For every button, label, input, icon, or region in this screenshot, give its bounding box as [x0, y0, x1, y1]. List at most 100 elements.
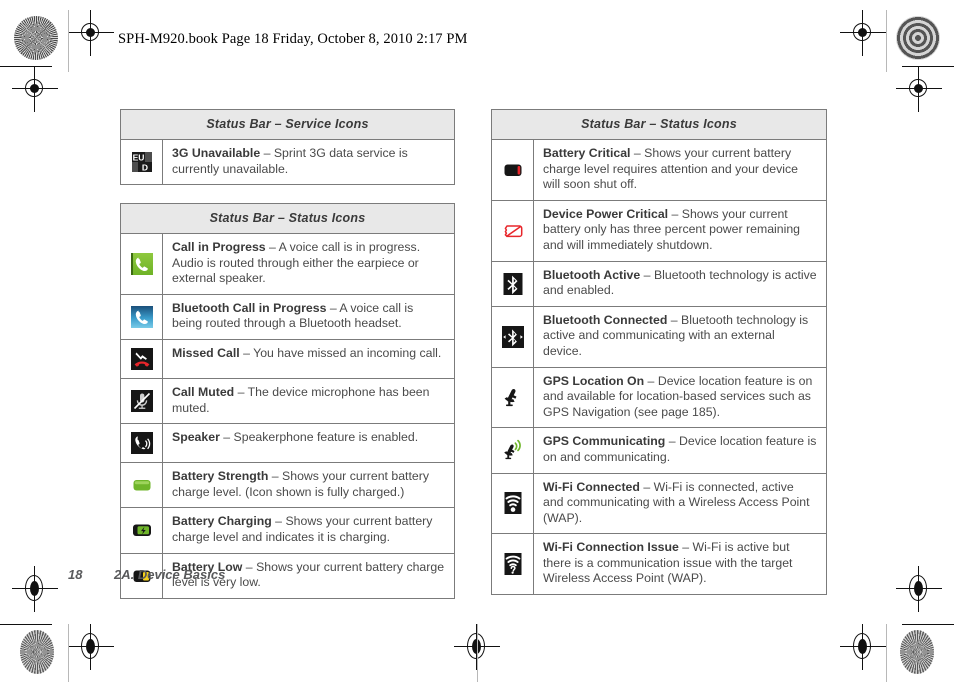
desc-cell: Call Muted – The device microphone has b…: [163, 379, 454, 423]
desc-cell: Battery Critical – Shows your current ba…: [534, 140, 826, 200]
bluetooth-active-icon: [500, 271, 526, 297]
icon-term: GPS Location On: [543, 373, 645, 388]
desc-cell: Battery Charging – Shows your current ba…: [163, 508, 454, 552]
icon-dash: –: [239, 345, 254, 360]
battery-strength-icon: [129, 472, 155, 498]
icon-term: Bluetooth Call in Progress: [172, 300, 327, 315]
icon-term: Bluetooth Active: [543, 267, 641, 282]
missed-call-icon: [129, 346, 155, 372]
table-row: GPS Location On – Device location featur…: [492, 367, 826, 429]
icon-term: Call in Progress: [172, 240, 266, 254]
icon-cell: [121, 294, 163, 339]
registration-crosshair-bottom-right: [840, 624, 886, 670]
bluetooth-call-in-progress-icon: [129, 304, 155, 330]
desc-cell: Bluetooth Active – Bluetooth technology …: [534, 262, 826, 306]
registration-starburst-bottom-left: [20, 630, 54, 674]
table-service-icons: Status Bar – Service Icons EU D 3G Unava…: [120, 109, 455, 186]
crop-mark-bottom-right: [902, 624, 954, 625]
table-row: EU D 3G Unavailable – Sprint 3G data ser…: [121, 140, 454, 185]
icon-dash: –: [665, 434, 679, 449]
battery-critical-icon: [500, 157, 526, 183]
gps-location-on-icon: [500, 384, 526, 410]
table-row: Wi-Fi Connection Issue – Wi-Fi is active…: [492, 534, 826, 595]
registration-crosshair-left-upper: [12, 66, 58, 112]
registration-crosshair-top-left: [68, 10, 114, 56]
gps-communicating-icon: [500, 437, 526, 463]
registration-crosshair-top-right: [840, 10, 886, 56]
table-row: GPS Communicating – Device location feat…: [492, 428, 826, 474]
page-guide-center-bottom: [477, 624, 478, 682]
icon-desc: You have missed an incoming call.: [253, 345, 442, 360]
device-power-critical-icon: [500, 218, 526, 244]
table-row: Bluetooth Active – Bluetooth technology …: [492, 261, 826, 307]
table-row: Call Muted – The device microphone has b…: [121, 378, 454, 425]
table-row: Call in Progress – A voice call is in pr…: [121, 234, 454, 295]
icon-cell: EU D: [121, 140, 163, 185]
desc-cell: Bluetooth Connected – Bluetooth technolo…: [534, 307, 826, 367]
battery-charging-icon: [129, 517, 155, 543]
icon-cell: [121, 508, 163, 553]
icon-cell: [121, 339, 163, 378]
icon-cell: [121, 463, 163, 508]
wifi-connected-icon: [500, 490, 526, 516]
desc-cell: Call in Progress – A voice call is in pr…: [163, 234, 454, 294]
icon-cell: [121, 424, 163, 463]
registration-starburst-top-right: [896, 16, 940, 60]
icon-dash: –: [242, 559, 257, 574]
registration-crosshair-right-upper: [896, 66, 942, 112]
icon-term: Battery Critical: [543, 146, 631, 160]
icon-cell: [121, 378, 163, 424]
icon-dash: –: [667, 312, 682, 327]
crop-mark-bottom-left: [0, 624, 52, 625]
icon-desc: Speakerphone feature is enabled.: [233, 430, 419, 445]
page-footer: 18 2A. Device Basics: [68, 567, 225, 582]
icon-term: Bluetooth Connected: [543, 312, 668, 327]
icon-dash: –: [630, 146, 645, 160]
table-row: Bluetooth Connected – Bluetooth technolo…: [492, 306, 826, 368]
table-header-status-icons-left: Status Bar – Status Icons: [121, 204, 454, 234]
icon-term: Battery Charging: [172, 514, 272, 529]
icon-dash: –: [265, 240, 279, 254]
page-guide-left-lower: [68, 624, 69, 682]
desc-cell: Wi-Fi Connected – Wi-Fi is connected, ac…: [534, 474, 826, 534]
call-in-progress-icon: [129, 251, 155, 277]
crop-mark-top-right: [902, 66, 954, 67]
registration-starburst-top-left: [14, 16, 58, 60]
registration-crosshair-bottom-left: [68, 624, 114, 670]
icon-term: Wi-Fi Connection Issue: [543, 540, 679, 555]
call-muted-icon: [129, 388, 155, 414]
icon-term: Missed Call: [172, 345, 240, 360]
registration-starburst-bottom-right: [900, 630, 934, 674]
icon-term: Wi-Fi Connected: [543, 479, 640, 494]
icon-dash: –: [260, 146, 274, 160]
icon-term: Speaker: [172, 430, 220, 445]
icon-cell: [492, 140, 534, 200]
icon-dash: –: [678, 540, 693, 555]
icon-cell: [121, 234, 163, 294]
table-row: Battery Strength – Shows your current ba…: [121, 463, 454, 509]
icon-dash: –: [271, 514, 286, 529]
table-header-status-icons-right: Status Bar – Status Icons: [492, 110, 826, 140]
desc-cell: GPS Location On – Device location featur…: [534, 368, 826, 428]
icon-cell: [492, 261, 534, 306]
icon-term: Device Power Critical: [543, 206, 669, 221]
chapter-title: 2A. Device Basics: [114, 567, 226, 582]
icon-dash: –: [644, 373, 658, 388]
table-row: Device Power Critical – Shows your curre…: [492, 200, 826, 262]
desc-cell: Bluetooth Call in Progress – A voice cal…: [163, 295, 454, 339]
page-number: 18: [68, 567, 83, 582]
svg-text:EU: EU: [132, 153, 144, 163]
table-row: Speaker – Speakerphone feature is enable…: [121, 424, 454, 464]
wifi-connection-issue-icon: [500, 551, 526, 577]
running-header: SPH-M920.book Page 18 Friday, October 8,…: [118, 31, 468, 47]
bluetooth-connected-icon: [500, 324, 526, 350]
registration-crosshair-right-lower: [896, 566, 942, 612]
page-guide-right: [886, 10, 887, 72]
table-header-service-icons: Status Bar – Service Icons: [121, 110, 454, 140]
icon-term: Battery Strength: [172, 469, 269, 484]
icon-dash: –: [640, 267, 654, 282]
desc-cell: Wi-Fi Connection Issue – Wi-Fi is active…: [534, 534, 826, 594]
desc-cell: Speaker – Speakerphone feature is enable…: [163, 424, 454, 462]
icon-cell: [492, 200, 534, 261]
desc-cell: 3G Unavailable – Sprint 3G data service …: [163, 140, 454, 184]
